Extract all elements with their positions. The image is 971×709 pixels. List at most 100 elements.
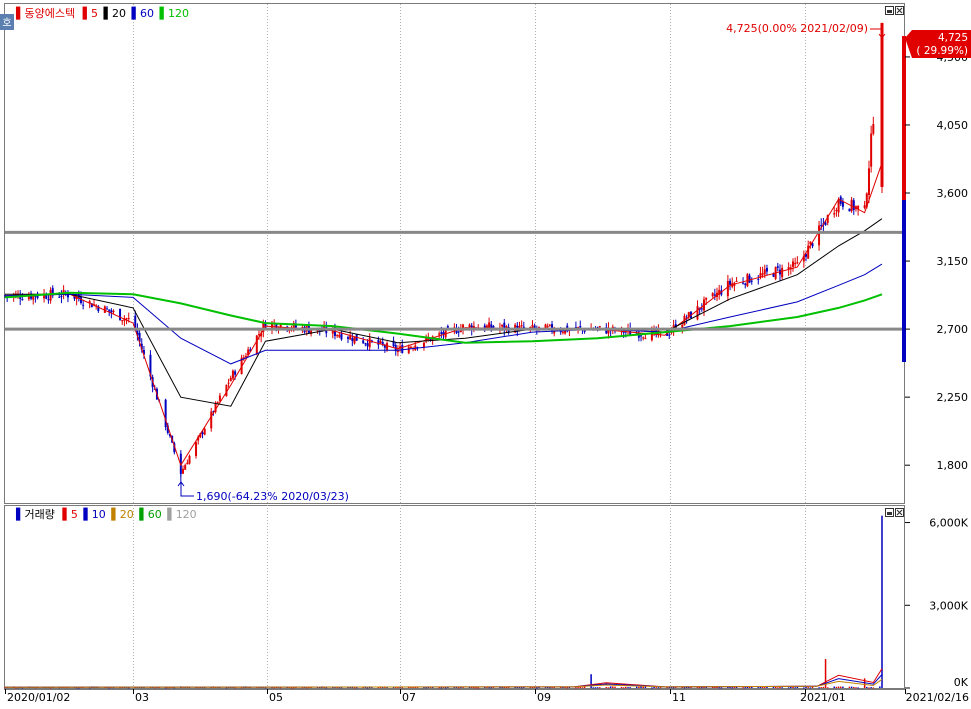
candle-body bbox=[852, 200, 855, 210]
x-label-03: 03 bbox=[135, 691, 149, 704]
candle-body bbox=[833, 212, 836, 215]
volume-bar bbox=[440, 687, 443, 689]
candle-body bbox=[119, 308, 122, 321]
candle-body bbox=[765, 267, 768, 272]
volume-bar bbox=[811, 686, 814, 688]
current-price-label: 4,725 bbox=[938, 32, 968, 44]
price-y-tick-label: 4,050 bbox=[937, 119, 969, 132]
vol-ma-legend-120: ▌120 bbox=[166, 507, 196, 521]
volume-y-tick-label: 3,000K bbox=[929, 599, 968, 612]
candle-body bbox=[47, 299, 50, 301]
volume-bar bbox=[868, 687, 870, 689]
volume-bar bbox=[566, 687, 568, 689]
volume-panel-frame bbox=[4, 505, 905, 689]
candle-body bbox=[748, 275, 751, 283]
volume-legend: ▌거래량 ▌5 ▌10 ▌20 ▌60 ▌120 bbox=[15, 507, 197, 521]
candle-body bbox=[520, 325, 523, 327]
volume-bar bbox=[790, 686, 792, 688]
candle-body bbox=[531, 324, 534, 328]
candle-body bbox=[58, 296, 61, 298]
candle-body bbox=[255, 335, 258, 354]
volume-bar bbox=[672, 687, 675, 689]
candle-body bbox=[744, 283, 747, 285]
volume-bar bbox=[848, 686, 851, 688]
candle-body bbox=[362, 340, 365, 344]
candle-body bbox=[82, 304, 85, 306]
candle-body bbox=[234, 371, 237, 375]
candle-body bbox=[713, 294, 716, 296]
price-y-tick-label: 2,700 bbox=[937, 323, 969, 336]
candle-body bbox=[336, 334, 339, 336]
current-change-label: ( 29.99%) bbox=[916, 45, 968, 57]
candle-body bbox=[794, 262, 797, 265]
candle-body bbox=[837, 199, 840, 213]
candle-body bbox=[742, 282, 745, 284]
volume-bar bbox=[651, 687, 653, 689]
volume-bar bbox=[607, 687, 610, 689]
volume-bar bbox=[826, 687, 829, 689]
candle-body bbox=[488, 322, 491, 328]
candle-body bbox=[711, 293, 714, 297]
volume-bar bbox=[579, 686, 582, 688]
volume-bar bbox=[803, 687, 805, 689]
x-label-07: 07 bbox=[402, 691, 416, 704]
x-label-09: 09 bbox=[537, 691, 551, 704]
candle-body bbox=[750, 280, 753, 282]
candle-body bbox=[127, 318, 130, 320]
x-label-2021-02-16: 2021/02/16 bbox=[906, 691, 969, 704]
volume-bar bbox=[457, 687, 460, 689]
volume-bar bbox=[581, 687, 584, 689]
candle-body-last bbox=[880, 22, 884, 187]
vol-ma-legend-60: ▌60 bbox=[138, 507, 161, 521]
candle-body bbox=[401, 345, 404, 353]
volume-bar bbox=[850, 686, 853, 688]
candle-body bbox=[561, 331, 564, 333]
high-price-annotation: 4,725(0.00% 2021/02/09) bbox=[726, 22, 868, 35]
volume-bar bbox=[857, 687, 859, 689]
volume-bar bbox=[620, 686, 623, 688]
chart-window: 1,8002,2502,7003,1503,6004,0504,500 0K3,… bbox=[0, 0, 971, 705]
volume-bar bbox=[764, 687, 766, 689]
candle-body bbox=[195, 442, 198, 456]
candle-body bbox=[446, 326, 449, 328]
candle-body bbox=[546, 326, 549, 328]
volume-bar bbox=[599, 687, 601, 689]
candle-body bbox=[210, 411, 213, 429]
corner-tag-label: 호 bbox=[2, 17, 11, 29]
volume-bar bbox=[577, 687, 579, 689]
chart-canvas: 1,8002,2502,7003,1503,6004,0504,500 0K3,… bbox=[0, 3, 971, 704]
candle-body bbox=[867, 168, 870, 195]
candle-body bbox=[761, 273, 764, 275]
volume-bar bbox=[353, 687, 356, 689]
volume-bar bbox=[842, 686, 844, 688]
candle-body bbox=[835, 210, 838, 212]
up-range-indicator bbox=[902, 36, 906, 200]
candle-body bbox=[110, 310, 113, 313]
candle-body bbox=[490, 324, 493, 329]
volume-bar bbox=[837, 686, 840, 688]
candle-body bbox=[349, 335, 352, 340]
vol-ma-legend-10: ▌10 bbox=[82, 507, 105, 521]
candle-body bbox=[244, 356, 247, 358]
price-y-tick-label: 1,800 bbox=[937, 459, 969, 472]
candle-body bbox=[227, 382, 230, 384]
volume-bar bbox=[772, 687, 775, 689]
volume-bar bbox=[807, 687, 809, 689]
candle-body bbox=[791, 261, 794, 267]
volume-bar bbox=[536, 687, 538, 689]
volume-y-tick-label: 0K bbox=[954, 676, 969, 689]
volume-bar bbox=[879, 686, 881, 688]
candle-body bbox=[340, 332, 343, 340]
ma-legend-5: ▌5 bbox=[82, 6, 98, 20]
volume-bar bbox=[751, 687, 753, 689]
candle-body bbox=[409, 346, 412, 348]
candle-body bbox=[188, 455, 191, 464]
volume-bar bbox=[659, 687, 662, 689]
volume-bar bbox=[698, 687, 701, 689]
candle-body bbox=[640, 335, 643, 337]
candle-body bbox=[700, 308, 703, 310]
candle-body bbox=[182, 468, 185, 474]
price-legend-marker: ▌ bbox=[15, 6, 24, 20]
volume-bar bbox=[820, 687, 822, 689]
candle-body bbox=[353, 336, 356, 344]
